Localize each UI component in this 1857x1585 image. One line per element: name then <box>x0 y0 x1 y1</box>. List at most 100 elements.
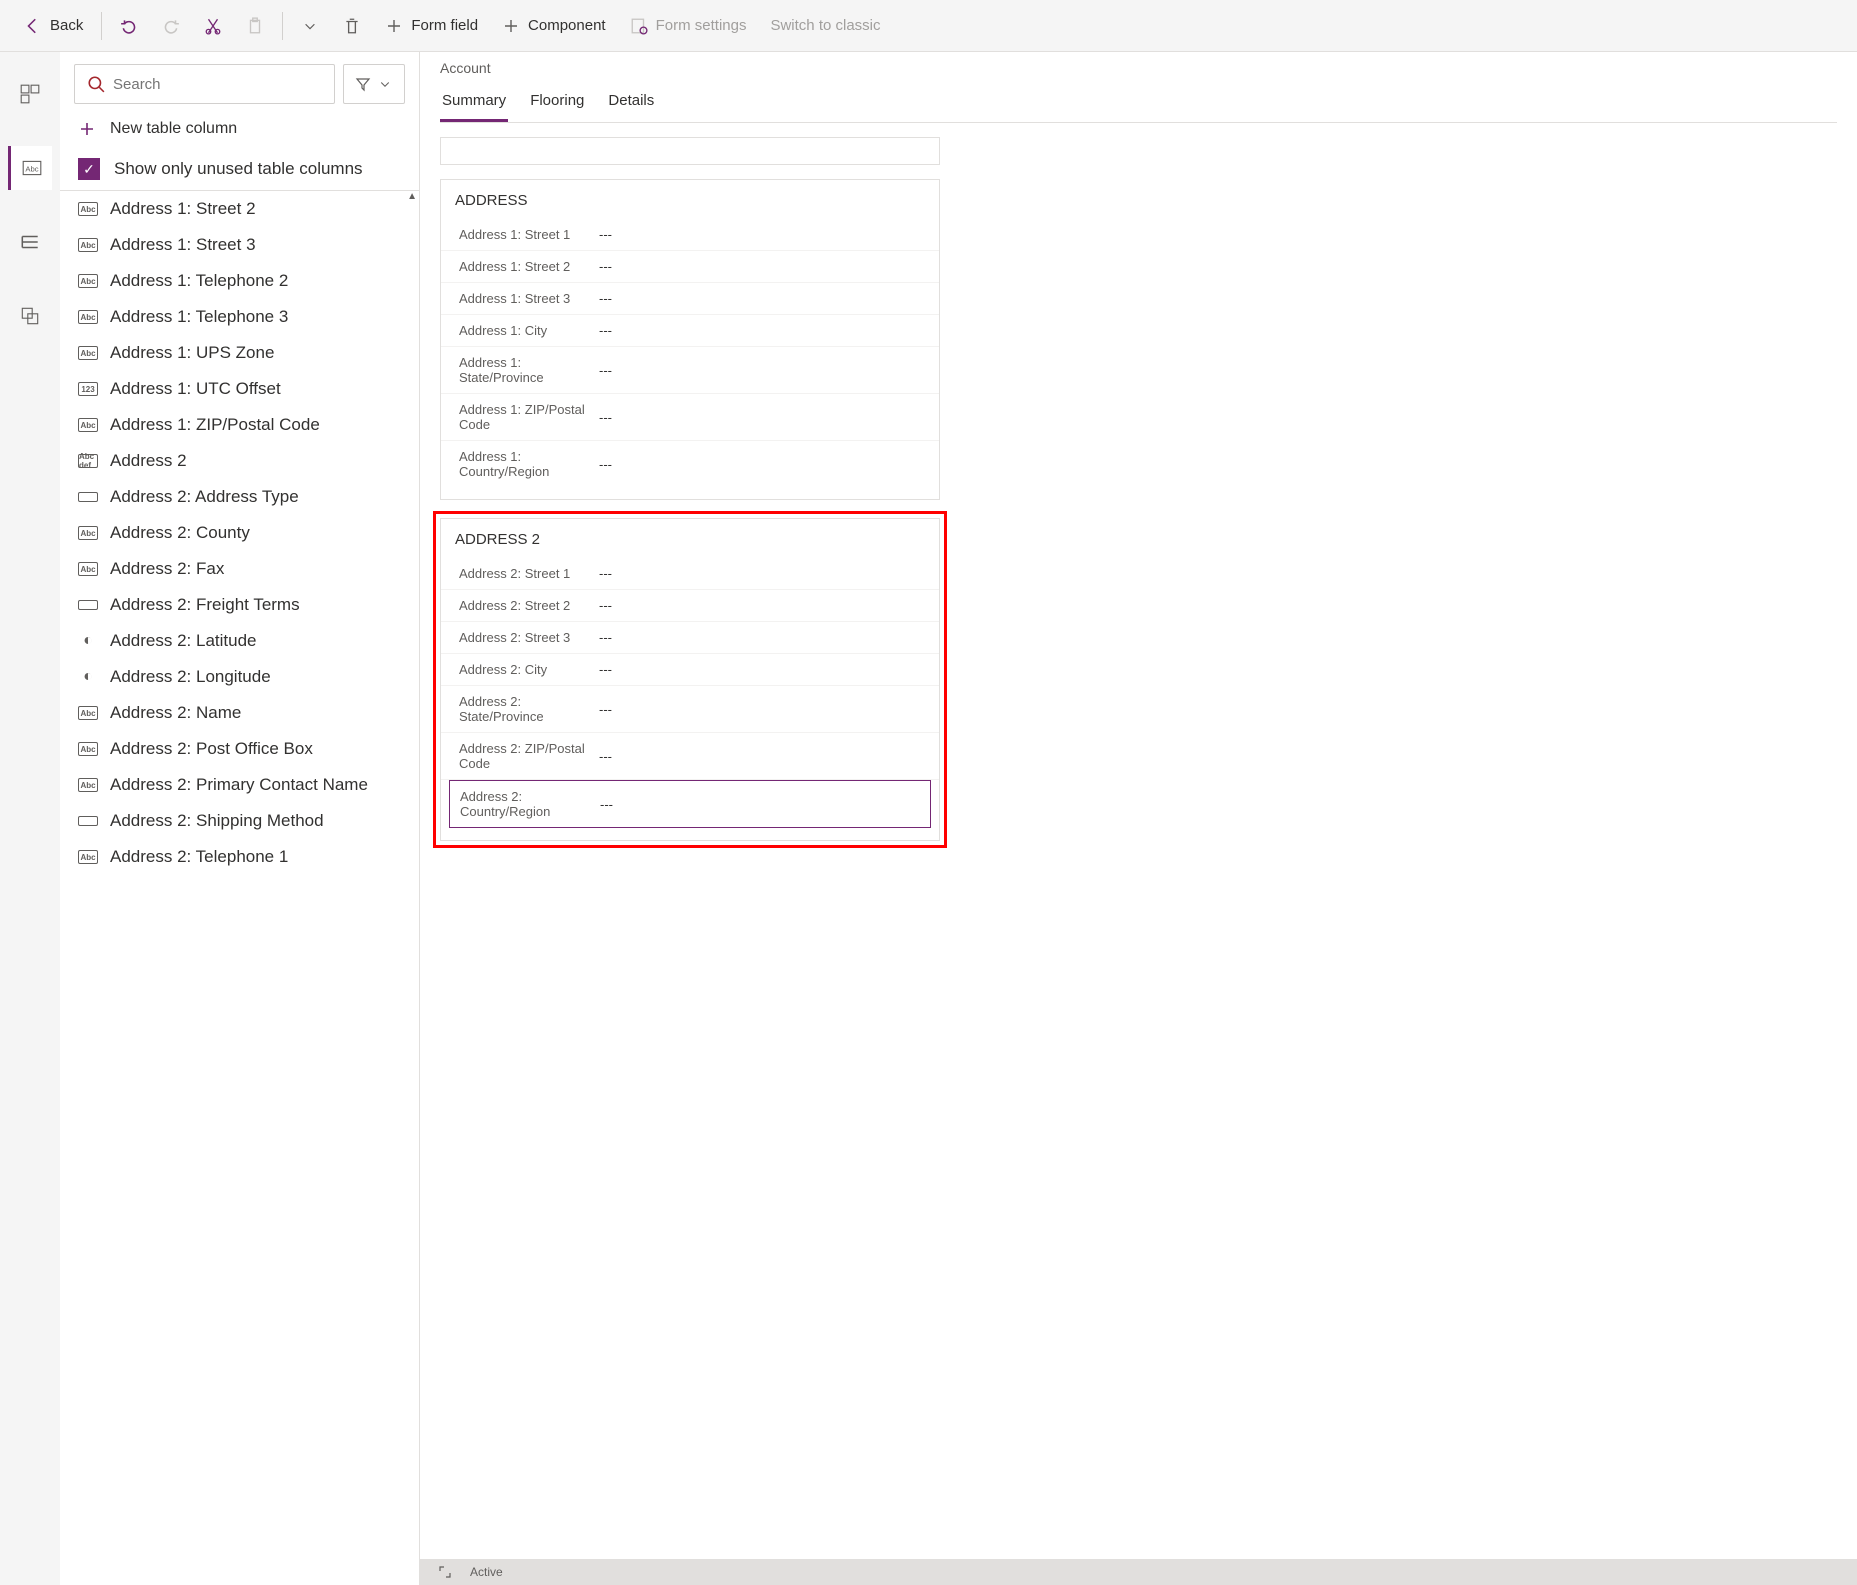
back-label: Back <box>50 17 83 34</box>
switch-label: Switch to classic <box>770 17 880 34</box>
column-item[interactable]: ◐Address 2: Longitude <box>60 659 419 695</box>
column-item[interactable]: AbcAddress 1: Telephone 2 <box>60 263 419 299</box>
column-label: Address 1: UTC Offset <box>110 379 281 399</box>
expand-icon[interactable] <box>436 1563 454 1581</box>
field-label: Address 1: Street 1 <box>459 227 599 242</box>
form-field-label: Form field <box>411 17 478 34</box>
add-form-field-button[interactable]: Form field <box>373 11 490 41</box>
show-unused-checkbox-row[interactable]: ✓ Show only unused table columns <box>60 148 419 190</box>
column-item[interactable]: AbcAddress 2: County <box>60 515 419 551</box>
column-label: Address 2: Shipping Method <box>110 811 324 831</box>
form-field[interactable]: Address 1: ZIP/Postal Code--- <box>441 394 939 441</box>
column-label: Address 1: Telephone 3 <box>110 307 288 327</box>
delete-button[interactable] <box>331 11 373 41</box>
plus-icon <box>78 120 96 138</box>
redo-button[interactable] <box>150 11 192 41</box>
column-item[interactable]: Abc Address 1: Telephone 3 <box>60 299 419 335</box>
form-field[interactable]: Address 2: Street 3--- <box>441 622 939 654</box>
cut-button[interactable] <box>192 11 234 41</box>
form-section[interactable]: ADDRESSAddress 1: Street 1---Address 1: … <box>440 179 940 500</box>
column-item[interactable]: Address 2: Address Type <box>60 479 419 515</box>
field-label: Address 2: State/Province <box>459 694 599 724</box>
back-button[interactable]: Back <box>12 11 95 41</box>
column-label: Address 2: Fax <box>110 559 224 579</box>
paste-button[interactable] <box>234 11 276 41</box>
column-item[interactable]: Address 2: Freight Terms <box>60 587 419 623</box>
rail-tree[interactable] <box>8 220 52 264</box>
column-type-icon: ◐ <box>78 634 98 648</box>
new-column-button[interactable]: New table column <box>60 110 419 148</box>
column-item[interactable]: AbcAddress 2: Primary Contact Name <box>60 767 419 803</box>
rail-components[interactable] <box>8 72 52 116</box>
field-label: Address 1: ZIP/Postal Code <box>459 402 599 432</box>
field-value: --- <box>599 291 612 306</box>
rail-columns[interactable]: Abc <box>8 146 52 190</box>
filter-dropdown[interactable] <box>343 64 405 104</box>
form-field[interactable]: Address 1: Country/Region--- <box>441 441 939 487</box>
column-label: Address 1: Street 3 <box>110 235 256 255</box>
column-label: Address 2: Longitude <box>110 667 271 687</box>
form-field[interactable]: Address 1: Street 1--- <box>441 219 939 251</box>
column-item[interactable]: ◐Address 2: Latitude <box>60 623 419 659</box>
switch-classic-button[interactable]: Switch to classic <box>758 11 892 40</box>
column-item[interactable]: 123Address 1: UTC Offset <box>60 371 419 407</box>
column-list[interactable]: ▲ AbcAddress 1: Street 2AbcAddress 1: St… <box>60 190 419 1585</box>
tab-flooring[interactable]: Flooring <box>528 86 586 122</box>
field-value: --- <box>600 797 613 812</box>
tab-summary[interactable]: Summary <box>440 86 508 122</box>
svg-text:Abc: Abc <box>25 164 38 173</box>
column-item[interactable]: AbcAddress 1: UPS Zone <box>60 335 419 371</box>
form-section[interactable]: ADDRESS 2Address 2: Street 1---Address 2… <box>440 518 940 841</box>
column-type-icon: Abc <box>78 274 98 288</box>
add-component-button[interactable]: Component <box>490 11 618 41</box>
column-item[interactable]: AbcAddress 2: Fax <box>60 551 419 587</box>
field-value: --- <box>599 598 612 613</box>
toolbar: Back <box>0 0 1857 52</box>
column-label: Address 1: UPS Zone <box>110 343 274 363</box>
section-title: ADDRESS <box>441 192 939 219</box>
empty-section[interactable] <box>440 137 940 165</box>
column-item[interactable]: AbcAddress 2: Telephone 1 <box>60 839 419 875</box>
cut-icon <box>204 17 222 35</box>
form-field[interactable]: Address 2: Country/Region--- <box>449 780 931 828</box>
tab-details[interactable]: Details <box>606 86 656 122</box>
column-item[interactable]: AbcAddress 1: ZIP/Postal Code <box>60 407 419 443</box>
column-item[interactable]: AbcAddress 1: Street 2 <box>60 191 419 227</box>
field-value: --- <box>599 630 612 645</box>
form-field[interactable]: Address 2: State/Province--- <box>441 686 939 733</box>
form-field[interactable]: Address 1: Street 2--- <box>441 251 939 283</box>
form-field[interactable]: Address 1: City--- <box>441 315 939 347</box>
column-type-icon <box>78 816 98 826</box>
filter-icon <box>354 75 372 93</box>
undo-button[interactable] <box>108 11 150 41</box>
field-value: --- <box>599 410 612 425</box>
search-box[interactable] <box>74 64 335 104</box>
column-label: Address 2: County <box>110 523 250 543</box>
overflow-dropdown[interactable] <box>289 11 331 41</box>
plus-icon <box>502 17 520 35</box>
columns-panel: New table column ✓ Show only unused tabl… <box>60 52 420 1585</box>
form-field[interactable]: Address 2: Street 1--- <box>441 558 939 590</box>
column-item[interactable]: AbcAddress 1: Street 3 <box>60 227 419 263</box>
form-field[interactable]: Address 1: Street 3--- <box>441 283 939 315</box>
column-type-icon: Abc <box>78 706 98 720</box>
column-item[interactable]: Abc defAddress 2 <box>60 443 419 479</box>
column-item[interactable]: AbcAddress 2: Name <box>60 695 419 731</box>
form-settings-button[interactable]: Form settings <box>618 11 759 41</box>
column-label: Address 2: Telephone 1 <box>110 847 288 867</box>
form-field[interactable]: Address 2: Street 2--- <box>441 590 939 622</box>
search-input[interactable] <box>113 76 322 93</box>
rail-libraries[interactable] <box>8 294 52 338</box>
column-label: Address 2 <box>110 451 187 471</box>
column-type-icon: Abc <box>78 310 98 324</box>
field-value: --- <box>599 259 612 274</box>
section-title: ADDRESS 2 <box>441 531 939 558</box>
form-field[interactable]: Address 1: State/Province--- <box>441 347 939 394</box>
back-arrow-icon <box>24 17 42 35</box>
column-item[interactable]: Address 2: Shipping Method <box>60 803 419 839</box>
column-item[interactable]: AbcAddress 2: Post Office Box <box>60 731 419 767</box>
chevron-down-icon <box>376 75 394 93</box>
form-field[interactable]: Address 2: ZIP/Postal Code--- <box>441 733 939 780</box>
form-field[interactable]: Address 2: City--- <box>441 654 939 686</box>
field-label: Address 2: ZIP/Postal Code <box>459 741 599 771</box>
